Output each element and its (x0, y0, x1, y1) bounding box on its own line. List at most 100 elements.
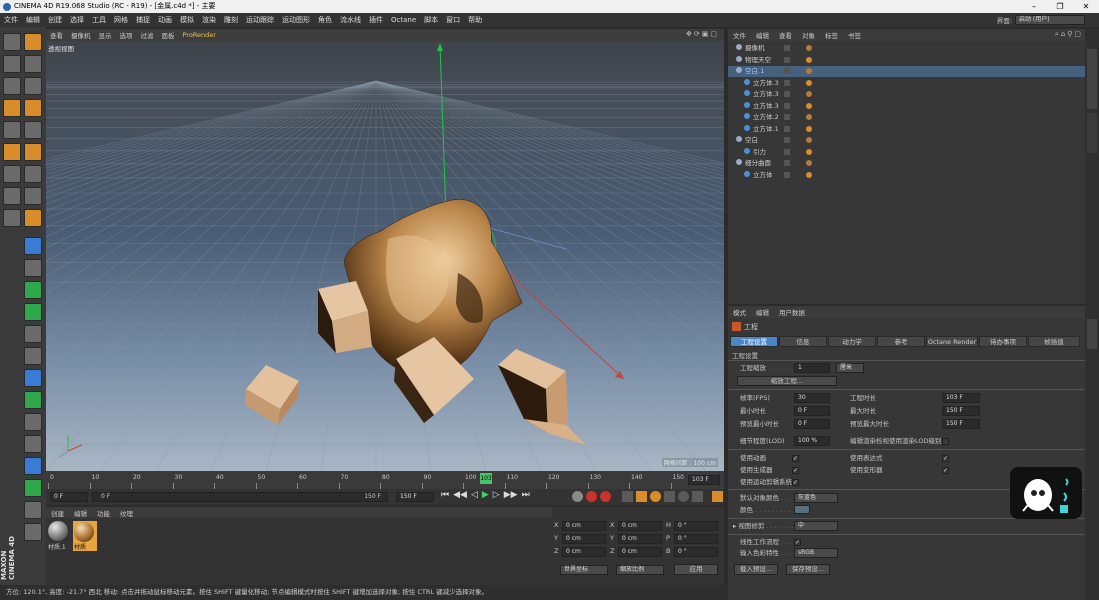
lod-field[interactable]: 100 % (794, 436, 830, 446)
object-row[interactable]: 立方体.3 (728, 89, 1085, 100)
tool-button[interactable] (24, 281, 42, 299)
menu-item[interactable]: 模拟 (176, 15, 198, 25)
attribute-field-value[interactable]: 103 F (942, 393, 980, 403)
tool-button[interactable] (24, 187, 42, 205)
attribute-tab[interactable]: 工程设置 (730, 336, 778, 347)
tag-icon[interactable] (806, 79, 812, 86)
attribute-menu-item[interactable]: 用户数据 (774, 307, 810, 317)
menu-item[interactable]: 运动跟踪 (242, 15, 278, 25)
tag-icon[interactable] (806, 56, 812, 63)
object-row[interactable]: 立方体.3 (728, 78, 1085, 89)
tool-button[interactable] (24, 143, 42, 161)
play-icon[interactable]: ▶ (482, 490, 489, 504)
coord-field[interactable]: 0 cm (562, 521, 606, 531)
apply-button[interactable]: 应用 (674, 564, 718, 575)
object-row[interactable]: 立方体.3 (728, 101, 1085, 112)
layer-icon[interactable] (784, 160, 790, 166)
coord-field[interactable]: 0 cm (562, 547, 606, 557)
interface-dropdown[interactable]: 启动 (用户) (1015, 15, 1085, 25)
object-manager-search-icon[interactable]: ⌕⌂⚲▢ (1055, 30, 1083, 39)
tool-button[interactable] (3, 121, 21, 139)
menu-item[interactable]: 插件 (365, 15, 387, 25)
point-key-icon[interactable] (692, 491, 703, 502)
layer-icon[interactable] (784, 45, 790, 51)
tool-button[interactable] (24, 99, 42, 117)
maximize-button[interactable]: ❐ (1047, 0, 1073, 13)
coord-field[interactable]: 0 ° (674, 534, 718, 544)
tool-button[interactable] (24, 413, 42, 431)
viewport-menu-item[interactable]: 查看 (46, 30, 67, 40)
object-row[interactable]: 立方体.2 (728, 112, 1085, 123)
tool-button[interactable] (3, 187, 21, 205)
option-checkbox[interactable]: ✓ (942, 455, 949, 462)
scale-project-button[interactable]: 缩放工程... (737, 376, 837, 386)
timeline-ruler[interactable]: 0 10 20 30 40 50 60 70 80 90 100 110 120 130 140 150 10… (46, 471, 724, 489)
project-unit-dropdown[interactable]: 厘米 (836, 363, 864, 373)
tool-button[interactable] (24, 55, 42, 73)
tag-icon[interactable] (806, 160, 812, 166)
menu-item[interactable]: 工具 (88, 15, 110, 25)
perspective-viewport[interactable]: 透视视图 网格间距 : 100 cm (46, 41, 724, 471)
coord-field[interactable]: 0 ° (674, 547, 718, 557)
tag-icon[interactable] (806, 148, 812, 155)
option-checkbox[interactable]: ✓ (942, 467, 949, 474)
minimize-button[interactable]: – (1021, 0, 1047, 13)
object-menu-item[interactable]: 标签 (820, 30, 843, 40)
material-menu-item[interactable]: 功能 (92, 508, 115, 518)
viewport-menu-item[interactable]: 显示 (95, 30, 116, 40)
timeline-menu-icon[interactable] (712, 491, 723, 502)
side-tab-content[interactable] (1087, 113, 1097, 153)
render-lod-checkbox[interactable] (942, 438, 949, 445)
tool-button[interactable] (3, 209, 21, 227)
layer-icon[interactable] (784, 114, 790, 120)
input-color-dropdown[interactable]: sRGB (794, 548, 838, 558)
menu-item[interactable]: 创建 (44, 15, 66, 25)
tool-button[interactable] (24, 165, 42, 183)
layer-icon[interactable] (784, 56, 790, 63)
key-help-icon[interactable] (600, 491, 611, 502)
param-key-icon[interactable] (664, 491, 675, 502)
menu-item[interactable]: 动画 (154, 15, 176, 25)
option-checkbox[interactable]: ✓ (792, 467, 799, 474)
menu-item[interactable]: 流水线 (336, 15, 365, 25)
goto-end-icon[interactable]: ⏭ (522, 490, 530, 504)
save-preset-button[interactable]: 保存预设... (786, 564, 830, 575)
coord-scale-dropdown[interactable]: 缩放比例 (616, 565, 664, 575)
goto-start-icon[interactable]: ⏮ (441, 490, 449, 504)
tool-button[interactable] (24, 457, 42, 475)
tool-button[interactable] (24, 435, 42, 453)
material-swatch-0[interactable]: 材质.1 (48, 521, 70, 551)
start-frame-field[interactable]: 0 F (50, 492, 88, 502)
tool-button[interactable] (24, 77, 42, 95)
coord-field[interactable]: 0 cm (618, 521, 662, 531)
layer-icon[interactable] (784, 68, 790, 74)
side-tab-objects[interactable] (1087, 49, 1097, 109)
menu-item[interactable]: 运动图形 (278, 15, 314, 25)
option-checkbox[interactable]: ✓ (792, 479, 799, 486)
tool-button[interactable] (24, 121, 42, 139)
attribute-menu-item[interactable]: 模式 (728, 307, 751, 317)
tool-button[interactable] (3, 55, 21, 73)
material-menu-item[interactable]: 纹理 (115, 508, 138, 518)
tool-button[interactable] (24, 391, 42, 409)
tool-button[interactable] (24, 237, 42, 255)
load-preset-button[interactable]: 载入预设... (734, 564, 778, 575)
tool-button[interactable] (24, 259, 42, 277)
default-color-dropdown[interactable]: 灰蓝色 (794, 493, 838, 503)
layer-icon[interactable] (784, 137, 790, 143)
coord-field[interactable]: 0 cm (562, 534, 606, 544)
attribute-field-value[interactable]: 0 F (794, 406, 830, 416)
object-menu-item[interactable]: 书签 (843, 30, 866, 40)
material-menu-item[interactable]: 编辑 (69, 508, 92, 518)
attribute-field-value[interactable]: 0 F (794, 419, 830, 429)
menu-item[interactable]: 网格 (110, 15, 132, 25)
tool-button[interactable] (24, 209, 42, 227)
menu-item[interactable]: 帮助 (464, 15, 486, 25)
attribute-menu-item[interactable]: 编辑 (751, 307, 774, 317)
viewport-menu-item[interactable]: 面板 (158, 30, 179, 40)
record-key-icon[interactable] (572, 491, 583, 502)
view-clip-dropdown[interactable]: 中 (794, 521, 838, 531)
tag-icon[interactable] (806, 91, 812, 97)
attribute-tab[interactable]: 动力学 (828, 336, 876, 347)
object-menu-item[interactable]: 文件 (728, 30, 751, 40)
